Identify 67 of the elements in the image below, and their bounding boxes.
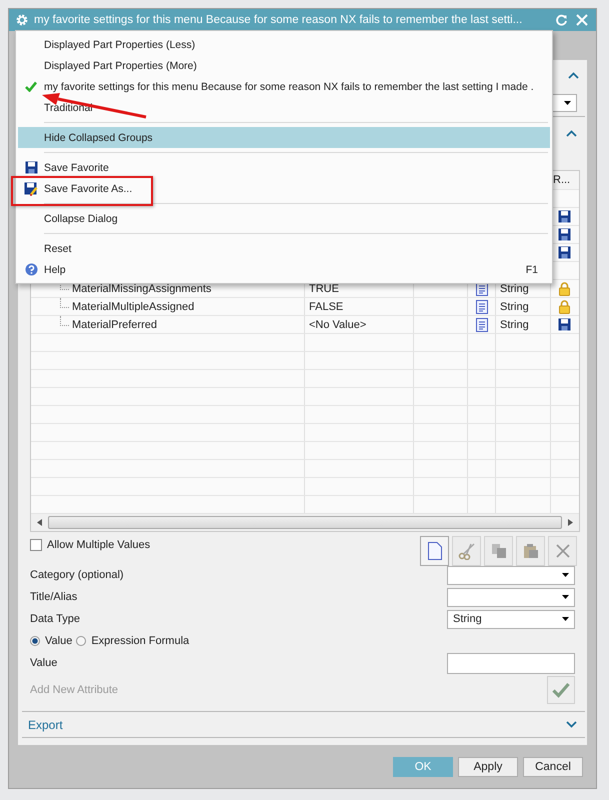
document-icon[interactable] bbox=[476, 300, 488, 314]
confirm-button[interactable] bbox=[547, 676, 575, 704]
help-icon bbox=[24, 263, 38, 276]
collapse-icon[interactable] bbox=[568, 72, 579, 78]
menu-item[interactable]: Traditional bbox=[18, 97, 550, 118]
lock-icon bbox=[558, 300, 570, 314]
page-icon bbox=[428, 542, 442, 560]
menu-item[interactable]: Hide Collapsed Groups bbox=[18, 127, 550, 148]
dropdown-field[interactable] bbox=[447, 566, 575, 584]
clipboard-icon bbox=[522, 543, 538, 559]
table-cell: FALSE bbox=[309, 300, 344, 312]
expand-icon[interactable] bbox=[566, 721, 577, 728]
collapse-icon[interactable] bbox=[566, 130, 577, 137]
radio-label: Expression Formula bbox=[91, 635, 190, 647]
column-header[interactable]: R... bbox=[553, 174, 570, 186]
checkbox[interactable] bbox=[30, 539, 42, 551]
menu-item[interactable]: Displayed Part Properties (Less) bbox=[18, 34, 550, 55]
field-label: Value bbox=[30, 657, 58, 669]
checkmark-icon bbox=[552, 682, 570, 698]
dialog-button[interactable]: Cancel bbox=[523, 757, 583, 777]
table-cell: MaterialMissingAssignments bbox=[72, 282, 212, 294]
lock-icon bbox=[558, 282, 570, 296]
dialog-button[interactable]: Apply bbox=[458, 757, 518, 777]
table-cell: <No Value> bbox=[309, 318, 366, 330]
field-label: Category (optional) bbox=[30, 569, 124, 581]
table-cell: String bbox=[500, 300, 529, 312]
menu-item[interactable]: Save Favorite bbox=[18, 157, 550, 178]
table-cell: MaterialPreferred bbox=[72, 318, 157, 330]
menu-item[interactable]: Collapse Dialog bbox=[18, 208, 550, 229]
copy-icon bbox=[490, 543, 506, 559]
table-cell: String bbox=[500, 318, 529, 330]
menu-item[interactable]: Displayed Part Properties (More) bbox=[18, 55, 550, 76]
add-attribute-label: Add New Attribute bbox=[30, 684, 118, 696]
floppy-pencil-icon bbox=[24, 182, 38, 196]
scroll-left-icon[interactable] bbox=[37, 519, 42, 526]
close-icon[interactable] bbox=[576, 14, 588, 26]
menu-item[interactable]: Help F1 bbox=[18, 259, 550, 280]
horizontal-scrollbar[interactable] bbox=[31, 514, 579, 531]
menu-item[interactable]: my favorite settings for this menu Because for some reason NX fails to remember the last setting I made . bbox=[18, 76, 550, 97]
delete-icon bbox=[556, 544, 570, 558]
section-title[interactable]: Export bbox=[28, 718, 63, 732]
scissors-icon bbox=[458, 542, 476, 560]
table-cell: String bbox=[500, 282, 529, 294]
dropdown-caret-icon bbox=[564, 101, 571, 105]
value-field[interactable] bbox=[447, 652, 575, 674]
checkbox-label: Allow Multiple Values bbox=[47, 539, 150, 551]
table-cell: TRUE bbox=[309, 282, 339, 294]
radio-button[interactable] bbox=[30, 636, 40, 646]
checkmark-icon bbox=[25, 81, 37, 92]
document-icon[interactable] bbox=[476, 318, 488, 332]
window-title: my favorite settings for this menu Because for some reason NX fails to remember the last setti... bbox=[34, 14, 524, 26]
radio-button[interactable] bbox=[76, 636, 86, 646]
dropdown-caret-icon bbox=[562, 617, 569, 621]
dropdown-field[interactable] bbox=[447, 588, 575, 606]
dropdown-field[interactable]: String bbox=[447, 610, 575, 628]
radio-label: Value bbox=[45, 635, 72, 647]
field-label: Title/Alias bbox=[30, 591, 78, 603]
dropdown-caret-icon bbox=[562, 595, 569, 599]
menu-item[interactable]: Save Favorite As... bbox=[18, 178, 550, 199]
reset-icon[interactable] bbox=[555, 14, 568, 26]
field-label: Data Type bbox=[30, 613, 80, 625]
settings-icon[interactable] bbox=[15, 13, 29, 27]
scroll-right-icon[interactable] bbox=[568, 519, 573, 526]
dropdown-caret-icon bbox=[562, 573, 569, 577]
menu-item[interactable]: Reset bbox=[18, 238, 550, 259]
new-page-button[interactable] bbox=[420, 536, 449, 566]
table-cell: MaterialMultipleAssigned bbox=[72, 300, 194, 312]
